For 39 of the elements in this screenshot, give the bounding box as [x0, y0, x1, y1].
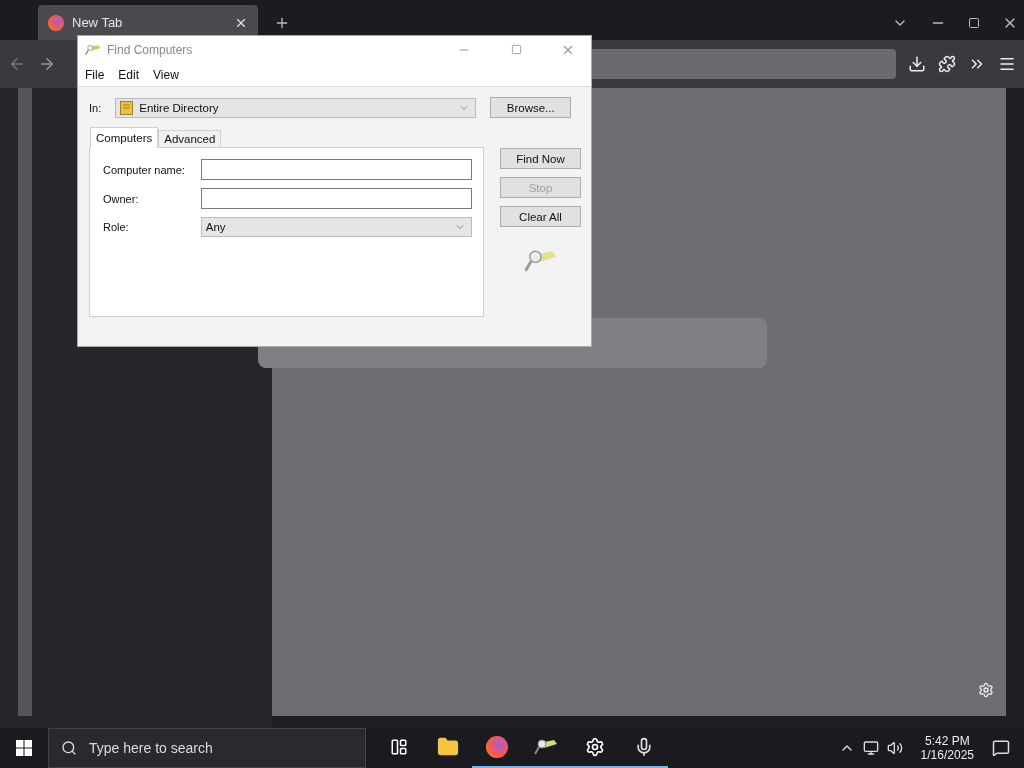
search-icon: [61, 740, 77, 756]
volume-icon[interactable]: [886, 740, 903, 756]
folder-icon: [436, 736, 459, 758]
puzzle-icon[interactable]: [938, 55, 956, 73]
field-label: Computer name:: [103, 163, 186, 176]
browser-icon: [48, 14, 64, 31]
field-label: In:: [89, 101, 102, 114]
field-label: Role:: [103, 221, 130, 233]
clock[interactable]: 5:42 PM 1/16/2025: [920, 734, 974, 762]
browser-icon: [485, 736, 508, 758]
action-button[interactable]: Clear All: [500, 206, 581, 227]
role-dropdown[interactable]: Any: [200, 217, 472, 237]
windows-logo-icon[interactable]: [16, 740, 32, 756]
tab[interactable]: Advanced: [158, 130, 222, 148]
menu-item[interactable]: File: [80, 65, 110, 84]
input-field[interactable]: [200, 159, 472, 180]
window-title: Find Computers: [107, 42, 194, 57]
settings-icon: [584, 737, 605, 757]
browse-button[interactable]: Browse...: [490, 97, 572, 118]
settings-icon[interactable]: [978, 682, 994, 698]
tab[interactable]: Computers: [90, 127, 159, 148]
input-field[interactable]: [200, 188, 472, 209]
taskbar-search-field[interactable]: Type here to search: [48, 728, 366, 768]
task-view-icon: [389, 738, 408, 756]
action-button[interactable]: Find Now: [500, 148, 581, 169]
menu-item[interactable]: Edit: [113, 65, 145, 84]
maximize-icon[interactable]: [968, 16, 980, 29]
book-icon: [120, 100, 134, 115]
forward-icon[interactable]: [38, 55, 56, 73]
menu-icon[interactable]: [998, 55, 1016, 73]
back-icon[interactable]: [8, 55, 26, 73]
magnifier-icon: [533, 737, 558, 757]
download-icon[interactable]: [908, 55, 926, 73]
magnifier-icon: [85, 42, 101, 57]
notification-icon[interactable]: [992, 739, 1010, 757]
network-icon[interactable]: [862, 740, 879, 756]
field-label: Owner:: [103, 192, 140, 205]
menu-item[interactable]: View: [148, 65, 184, 84]
scope-dropdown[interactable]: Entire Directory: [115, 97, 477, 118]
